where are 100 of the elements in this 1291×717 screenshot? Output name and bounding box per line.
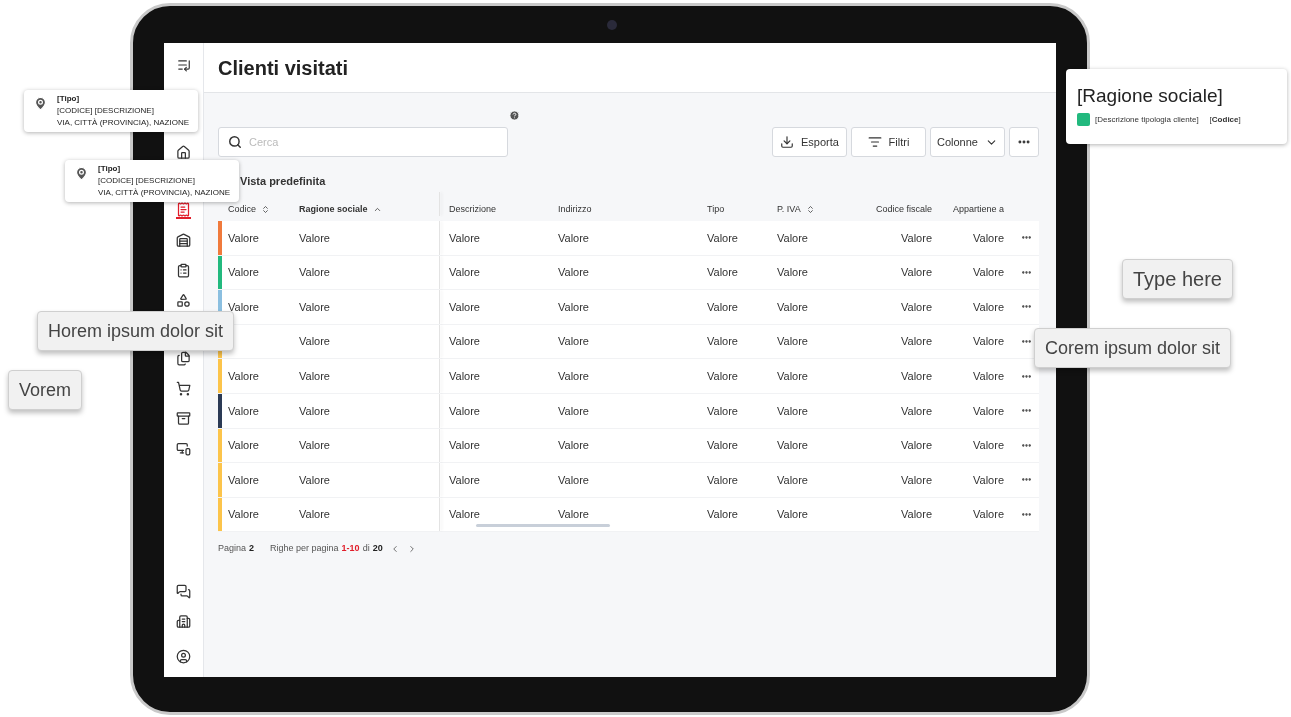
page-label: Pagina xyxy=(218,542,247,556)
columns-dropdown[interactable]: Colonne xyxy=(930,127,1005,157)
table-cell-text: Valore xyxy=(707,265,738,281)
table-cell-text: Valore xyxy=(901,230,932,246)
table-cell-text: Valore xyxy=(777,230,808,246)
client-code: [Codice] xyxy=(1209,113,1241,126)
table-cell-text: Valore xyxy=(449,472,480,488)
table-cell-text: Valore xyxy=(707,438,738,454)
location-type: [Tipo] xyxy=(57,93,81,105)
location-address: VIA, CITTÀ (PROVINCIA), NAZIONE xyxy=(98,187,230,199)
filter-button[interactable]: Filtri xyxy=(851,127,926,157)
table-cell-text: Valore xyxy=(777,438,808,454)
tooltip: Corem ipsum dolor sit xyxy=(1034,328,1232,368)
table-cell-text: Valore xyxy=(228,472,259,488)
table-cell-text: Valore xyxy=(973,299,1004,315)
search-field[interactable]: Cerca xyxy=(218,127,508,157)
table-row[interactable]: Valore Valore Valore Valore Valore Valore Valore Valore xyxy=(218,359,1039,394)
table-cell-text: Valore xyxy=(558,472,589,488)
table-cell-text: Valore xyxy=(558,230,589,246)
table-cell-text: Valore xyxy=(558,507,589,523)
client-type: [Descrizione tipologia cliente] xyxy=(1095,113,1199,126)
column-header[interactable]: Indirizzo xyxy=(549,202,698,216)
rows-label: Righe per pagina xyxy=(270,542,339,556)
table-row[interactable]: Valore Valore Valore Valore Valore Valore Valore Valore xyxy=(218,463,1039,498)
of-label: di xyxy=(362,542,370,556)
column-header[interactable]: Appartiene a xyxy=(941,202,1013,216)
export-button[interactable]: Esporta xyxy=(772,127,847,157)
column-header[interactable]: P. IVA xyxy=(768,202,858,216)
column-header[interactable]: Ragione sociale xyxy=(293,202,439,216)
table-cell-text: Valore xyxy=(558,265,589,281)
location-code: [CODICE] [DESCRIZIONE] xyxy=(57,105,155,117)
table-cell-text: Valore xyxy=(777,507,808,523)
table-cell-text: Valore xyxy=(973,472,1004,488)
table-cell-text: Valore xyxy=(707,230,738,246)
table-cell-text: Valore xyxy=(973,403,1004,419)
total-count: 20 xyxy=(372,542,383,556)
table-cell-text: Valore xyxy=(901,403,932,419)
location-type: [Tipo] xyxy=(98,163,122,175)
table-cell-text: Valore xyxy=(299,299,330,315)
table-cell-text: Valore xyxy=(449,265,480,281)
table-cell-text: Valore xyxy=(558,438,589,454)
table-cell-text: Valore xyxy=(449,507,480,523)
table-cell-text: Valore xyxy=(901,438,932,454)
table-row[interactable]: Valore Valore Valore Valore Valore Valore Valore Valore xyxy=(218,497,1039,533)
client-name: [Ragione sociale] xyxy=(1077,85,1224,107)
table-cell-text: Valore xyxy=(449,438,480,454)
table-cell-text: Valore xyxy=(707,368,738,384)
table-cell-text: Valore xyxy=(299,368,330,384)
location-code: [CODICE] [DESCRIZIONE] xyxy=(98,175,196,187)
table-cell-text: Valore xyxy=(299,265,330,281)
table-cell-text: Valore xyxy=(707,507,738,523)
location-address: VIA, CITTÀ (PROVINCIA), NAZIONE xyxy=(57,117,189,129)
table-cell-text: Valore xyxy=(228,230,259,246)
table-cell-text: Valore xyxy=(449,230,480,246)
column-header[interactable]: Tipo xyxy=(698,202,768,216)
rows-range: 1-10 xyxy=(341,542,360,556)
view-label[interactable]: Vista predefinita xyxy=(240,175,326,187)
table-cell-text: Valore xyxy=(228,403,259,419)
table-cell-text: Valore xyxy=(901,368,932,384)
table-cell-text: Valore xyxy=(973,438,1004,454)
table-cell-text: Valore xyxy=(299,230,330,246)
table-cell-text: Valore xyxy=(228,507,259,523)
table-row[interactable]: Valore Valore Valore Valore Valore Valore Valore Valore xyxy=(218,428,1039,464)
table-cell-text: Valore xyxy=(299,472,330,488)
tooltip: Vorem xyxy=(8,370,83,410)
table-cell-text: Valore xyxy=(558,368,589,384)
page-title: Clienti visitati xyxy=(218,55,349,81)
table-cell-text: Valore xyxy=(901,507,932,523)
table-cell-text: Valore xyxy=(707,472,738,488)
table-cell-text: Valore xyxy=(777,334,808,350)
column-header[interactable]: Descrizione xyxy=(440,202,549,216)
table-row[interactable]: Valore Valore Valore Valore Valore Valore Valore Valore xyxy=(218,255,1039,291)
table-cell-text: Valore xyxy=(973,230,1004,246)
table-cell-text: Valore xyxy=(299,438,330,454)
table-cell-text: Valore xyxy=(777,265,808,281)
table-cell-text: Valore xyxy=(973,368,1004,384)
page-number: 2 xyxy=(249,542,255,556)
table-cell-text: Valore xyxy=(707,403,738,419)
table-cell-text: Valore xyxy=(558,403,589,419)
table-cell-text: Valore xyxy=(707,299,738,315)
tooltip: Type here xyxy=(1122,259,1233,299)
table-cell-text: Valore xyxy=(973,507,1004,523)
table-cell-text: Valore xyxy=(228,265,259,281)
table-cell-text: Valore xyxy=(973,265,1004,281)
table-cell-text: Valore xyxy=(707,334,738,350)
table-cell-text: Valore xyxy=(901,265,932,281)
table-cell-text: Valore xyxy=(901,299,932,315)
table-row[interactable]: Valore Valore Valore Valore Valore Valore Valore Valore xyxy=(218,290,1039,325)
table-cell-text: Valore xyxy=(449,299,480,315)
table-cell-text: Valore xyxy=(777,472,808,488)
table-cell-text: Valore xyxy=(449,334,480,350)
table-cell-text: Valore xyxy=(901,472,932,488)
table-cell-text: Valore xyxy=(901,334,932,350)
table-row[interactable]: Valore Valore Valore Valore Valore Valore Valore Valore xyxy=(218,221,1039,256)
column-header[interactable]: Codice fiscale xyxy=(858,202,941,216)
table-cell-text: Valore xyxy=(228,438,259,454)
column-header[interactable]: Codice xyxy=(222,202,293,216)
table-row[interactable]: Valore Valore Valore Valore Valore Valore Valore Valore xyxy=(218,393,1039,429)
table-cell-text: Valore xyxy=(777,403,808,419)
table-cell-text: Valore xyxy=(228,368,259,384)
